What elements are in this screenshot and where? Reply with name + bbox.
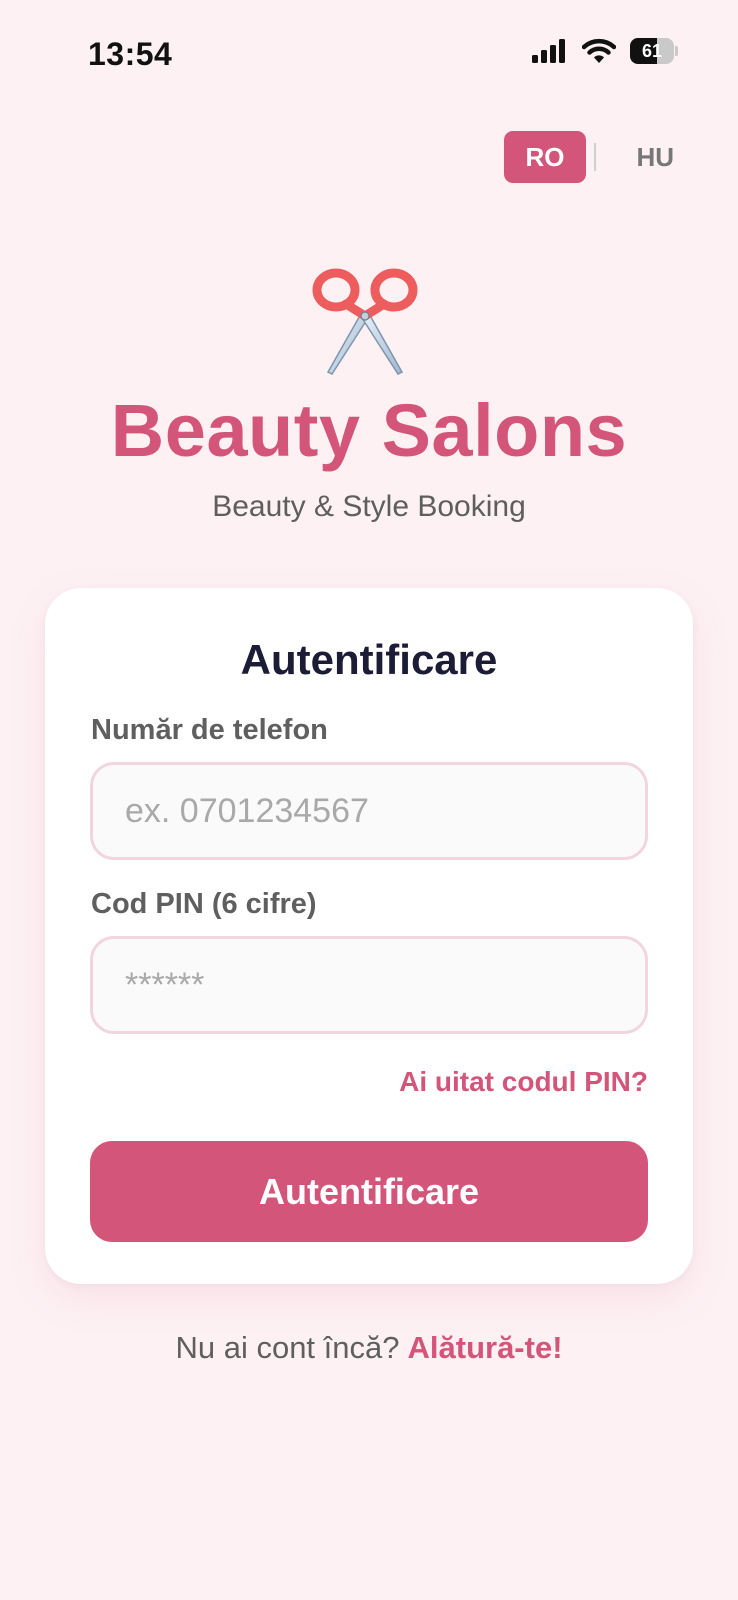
login-button[interactable]: Autentificare: [90, 1141, 648, 1242]
login-title: Autentificare: [240, 636, 498, 683]
signup-prompt: Nu ai cont încă?: [175, 1330, 400, 1365]
language-option-ro[interactable]: RO: [504, 131, 586, 183]
login-card: Autentificare Număr de telefon Cod PIN (…: [45, 588, 693, 1284]
cellular-signal-icon: [532, 39, 565, 63]
battery-icon: 61: [630, 38, 678, 64]
phone-label: Număr de telefon: [91, 714, 328, 746]
status-icons: 61: [532, 38, 678, 64]
scissors-icon: [312, 268, 418, 375]
language-switch: RO HU: [504, 131, 674, 183]
signup-row: Nu ai cont încă? Alătură-te!: [0, 1330, 738, 1366]
app-title: Beauty Salons: [110, 389, 628, 472]
status-bar: 13:54 61: [0, 0, 738, 110]
forgot-pin-link[interactable]: Ai uitat codul PIN?: [399, 1066, 648, 1098]
status-time: 13:54: [88, 36, 173, 72]
phone-input[interactable]: [90, 762, 648, 860]
battery-level: 61: [641, 40, 663, 61]
pin-label: Cod PIN (6 cifre): [91, 888, 317, 920]
wifi-icon: [582, 38, 616, 63]
signup-link[interactable]: Alătură-te!: [408, 1330, 563, 1365]
language-option-hu[interactable]: HU: [612, 131, 674, 183]
pin-input[interactable]: [90, 936, 648, 1034]
app-subtitle: Beauty & Style Booking: [212, 490, 526, 523]
language-divider: [594, 143, 596, 171]
